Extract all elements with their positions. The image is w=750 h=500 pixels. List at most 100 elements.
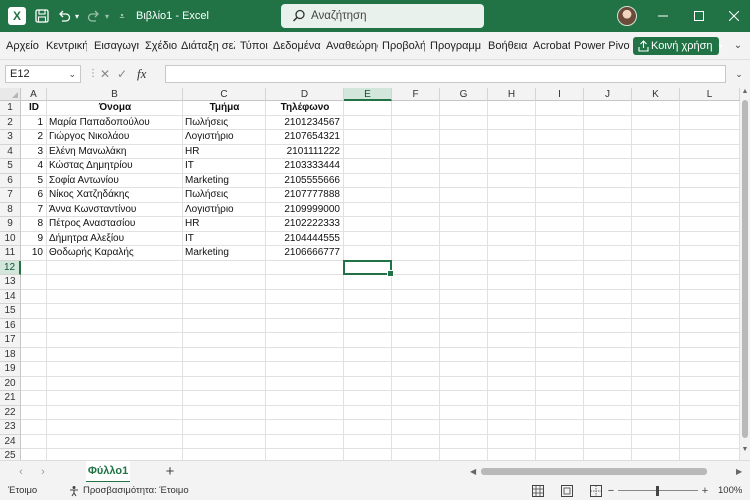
cell-department[interactable]: Marketing [185, 246, 265, 261]
cell-id[interactable]: 4 [21, 159, 43, 174]
cell-id[interactable]: 8 [21, 217, 43, 232]
cell-phone[interactable]: 2103333444 [266, 159, 340, 174]
row-header-1[interactable]: 1 [0, 101, 21, 116]
column-header-h[interactable]: H [488, 88, 536, 101]
cell-name[interactable]: Μαρία Παπαδοπούλου [49, 116, 182, 131]
cell-department[interactable]: Λογιστήριο [185, 130, 265, 145]
cell-department[interactable]: IT [185, 232, 265, 247]
cell-id[interactable]: 9 [21, 232, 43, 247]
cell-phone[interactable]: 2106666777 [266, 246, 340, 261]
redo-dropdown-icon[interactable]: ▾ [102, 0, 112, 32]
cell-department[interactable]: HR [185, 145, 265, 160]
cell-name[interactable]: Άννα Κωνσταντίνου [49, 203, 182, 218]
cell-id[interactable]: 10 [21, 246, 43, 261]
header-cell-id[interactable]: ID [21, 101, 47, 116]
undo-icon[interactable] [56, 0, 72, 32]
tab-file[interactable]: Αρχείο [6, 32, 40, 60]
formula-input[interactable] [165, 65, 726, 83]
cell-id[interactable]: 2 [21, 130, 43, 145]
column-header-j[interactable]: J [584, 88, 632, 101]
chevron-down-icon[interactable]: ⌄ [68, 66, 76, 82]
search-box[interactable]: Αναζήτηση [281, 4, 484, 28]
cell-phone[interactable]: 2101111222 [266, 145, 340, 160]
horizontal-scrollbar[interactable] [481, 468, 731, 475]
redo-icon[interactable] [86, 0, 102, 32]
tab-formulas[interactable]: Τύποι [240, 32, 269, 60]
cell-name[interactable]: Νίκος Χατζηδάκης [49, 188, 182, 203]
tab-home[interactable]: Κεντρική [46, 32, 87, 60]
row-header-14[interactable]: 14 [0, 289, 21, 304]
cell-phone[interactable]: 2109999000 [266, 203, 340, 218]
accessibility-icon[interactable] [68, 485, 80, 497]
share-button[interactable]: Κοινή χρήση ▾ [633, 37, 723, 55]
cell-phone[interactable]: 2107654321 [266, 130, 340, 145]
zoom-out-button[interactable]: − [606, 482, 616, 500]
enter-icon[interactable]: ✓ [117, 65, 127, 83]
row-header-11[interactable]: 11 [0, 246, 21, 261]
insert-function-icon[interactable]: fx [137, 65, 146, 83]
tab-insert[interactable]: Εισαγωγή [94, 32, 139, 60]
column-header-f[interactable]: F [392, 88, 440, 101]
maximize-icon[interactable] [689, 0, 709, 32]
tab-page-layout[interactable]: Διάταξη σελ [181, 32, 235, 60]
header-cell-name[interactable]: Όνομα [47, 101, 183, 116]
cell-name[interactable]: Κώστας Δημητρίου [49, 159, 182, 174]
next-sheet-icon[interactable]: › [36, 461, 50, 483]
cell-id[interactable]: 5 [21, 174, 43, 189]
cell-id[interactable]: 3 [21, 145, 43, 160]
tab-draw[interactable]: Σχέδιο [145, 32, 177, 60]
column-header-e[interactable]: E [344, 88, 392, 101]
row-header-5[interactable]: 5 [0, 159, 21, 174]
horizontal-scroll-thumb[interactable] [481, 468, 707, 475]
header-cell-department[interactable]: Τμήμα [183, 101, 266, 116]
cell-department[interactable]: Πωλήσεις [185, 188, 265, 203]
page-layout-view-icon[interactable] [561, 485, 573, 497]
close-icon[interactable] [724, 0, 744, 32]
row-header-4[interactable]: 4 [0, 144, 21, 159]
row-header-7[interactable]: 7 [0, 188, 21, 203]
tab-help[interactable]: Βοήθεια [488, 32, 529, 60]
cell-department[interactable]: Λογιστήριο [185, 203, 265, 218]
row-header-21[interactable]: 21 [0, 391, 21, 406]
cancel-icon[interactable]: ✕ [100, 65, 110, 83]
name-box[interactable]: E12 ⌄ [5, 65, 81, 83]
cell-department[interactable]: HR [185, 217, 265, 232]
column-header-b[interactable]: B [47, 88, 183, 101]
scroll-right-icon[interactable]: ▶ [736, 461, 746, 483]
cell-department[interactable]: Marketing [185, 174, 265, 189]
cell-phone[interactable]: 2104444555 [266, 232, 340, 247]
select-all-corner[interactable] [0, 88, 21, 101]
save-icon[interactable] [34, 0, 50, 32]
vertical-scrollbar[interactable]: ▲ ▼ [740, 88, 750, 460]
row-header-3[interactable]: 3 [0, 130, 21, 145]
cell-id[interactable]: 7 [21, 203, 43, 218]
column-header-l[interactable]: L [680, 88, 740, 101]
row-header-22[interactable]: 22 [0, 405, 21, 420]
row-header-17[interactable]: 17 [0, 333, 21, 348]
cell-department[interactable]: Πωλήσεις [185, 116, 265, 131]
scroll-down-icon[interactable]: ▼ [741, 446, 749, 456]
column-header-a[interactable]: A [21, 88, 47, 101]
accessibility-status[interactable]: Προσβασιμότητα: Έτοιμο [83, 482, 189, 500]
tab-power-pivot[interactable]: Power Pivot [574, 32, 630, 60]
zoom-level[interactable]: 100% [718, 482, 742, 500]
add-sheet-button[interactable]: + [162, 461, 178, 483]
cell-phone[interactable]: 2105555666 [266, 174, 340, 189]
scroll-up-icon[interactable]: ▲ [741, 88, 749, 98]
tab-view[interactable]: Προβολή [382, 32, 425, 60]
zoom-in-button[interactable]: + [700, 482, 710, 500]
row-header-23[interactable]: 23 [0, 420, 21, 435]
scroll-left-icon[interactable]: ◀ [470, 461, 480, 483]
row-header-9[interactable]: 9 [0, 217, 21, 232]
expand-formula-bar-icon[interactable]: ⌄ [732, 65, 746, 83]
cell-name[interactable]: Γιώργος Νικολάου [49, 130, 182, 145]
row-header-25[interactable]: 25 [0, 449, 21, 460]
row-header-15[interactable]: 15 [0, 304, 21, 319]
header-cell-phone[interactable]: Τηλέφωνο [266, 101, 344, 116]
cell-name[interactable]: Πέτρος Αναστασίου [49, 217, 182, 232]
row-header-6[interactable]: 6 [0, 173, 21, 188]
column-header-i[interactable]: I [536, 88, 584, 101]
row-header-2[interactable]: 2 [0, 115, 21, 130]
active-cell-selection[interactable] [343, 259, 394, 277]
column-header-c[interactable]: C [183, 88, 266, 101]
